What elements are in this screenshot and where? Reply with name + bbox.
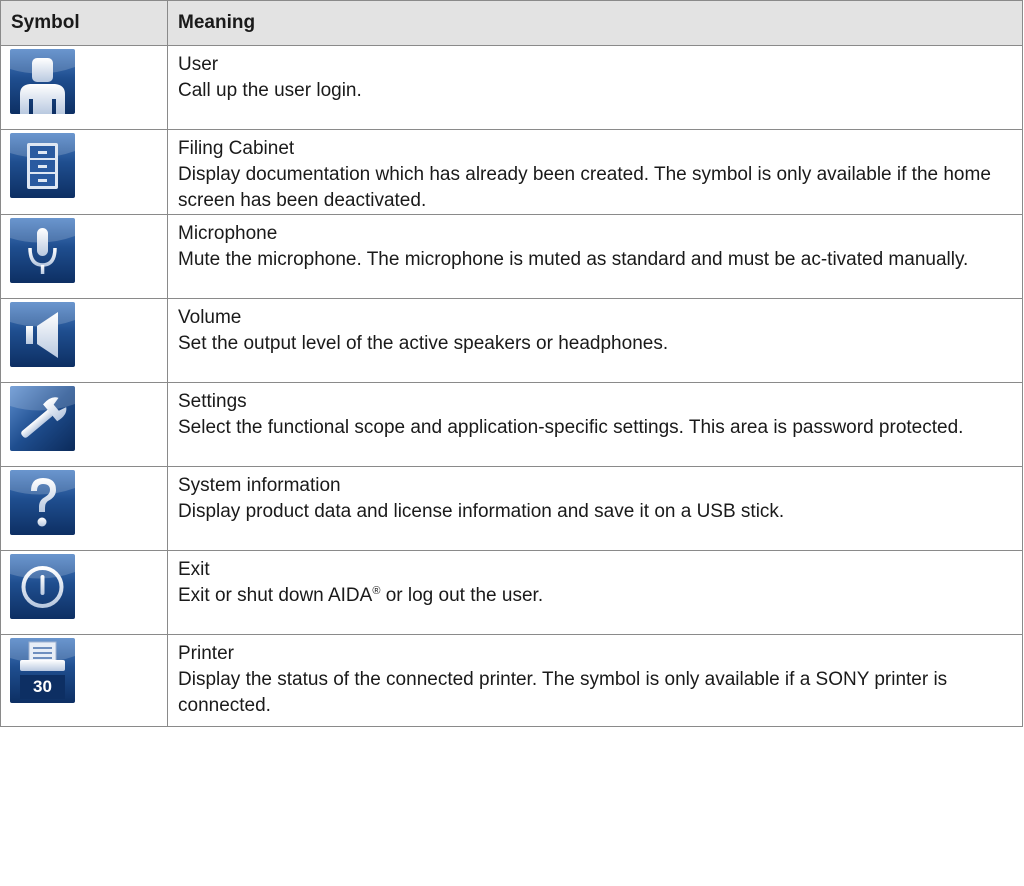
meaning-cell: Settings Select the functional scope and… <box>167 382 1023 467</box>
meaning-cell: User Call up the user login. <box>167 45 1023 130</box>
symbol-cell: 30 <box>0 634 168 727</box>
symbol-cell <box>0 129 168 215</box>
row-title: Exit <box>178 559 210 580</box>
row-description: Exit or shut down AIDA® or log out the u… <box>178 583 1012 609</box>
table-row: Volume Set the output level of the activ… <box>0 298 1023 383</box>
table-row: System information Display product data … <box>0 466 1023 551</box>
microphone-icon <box>10 218 75 283</box>
table-header-row: Symbol Meaning <box>0 0 1023 46</box>
filing-cabinet-icon <box>10 133 75 198</box>
description-text: Exit or shut down AIDA <box>178 585 373 606</box>
wrench-icon <box>10 386 75 451</box>
meaning-cell: Microphone Mute the microphone. The micr… <box>167 214 1023 299</box>
meaning-cell: System information Display product data … <box>167 466 1023 551</box>
row-description: Mute the microphone. The microphone is m… <box>178 249 969 270</box>
meaning-cell: Volume Set the output level of the activ… <box>167 298 1023 383</box>
power-icon <box>10 554 75 619</box>
symbol-cell <box>0 382 168 467</box>
symbol-table-container: Symbol Meaning User Call up the user log… <box>0 0 1024 886</box>
printer-icon: 30 <box>10 638 75 703</box>
meaning-cell: Exit Exit or shut down AIDA® or log out … <box>167 550 1023 635</box>
row-title: Filing Cabinet <box>178 138 295 159</box>
row-title: User <box>178 54 219 75</box>
meaning-cell: Printer Display the status of the connec… <box>167 634 1023 727</box>
row-description: Call up the user login. <box>178 80 362 101</box>
table-row: 30 Printer Display the status of the con… <box>0 634 1023 727</box>
row-title: System information <box>178 475 341 496</box>
row-title: Microphone <box>178 223 278 244</box>
table-row: Filing Cabinet Display documentation whi… <box>0 129 1023 215</box>
row-description: Display the status of the connected prin… <box>178 669 948 716</box>
symbol-cell <box>0 45 168 130</box>
symbol-cell <box>0 298 168 383</box>
row-title: Printer <box>178 643 234 664</box>
row-description: Display product data and license informa… <box>178 501 785 522</box>
header-meaning: Meaning <box>167 0 1023 46</box>
symbol-cell <box>0 214 168 299</box>
user-icon <box>10 49 75 114</box>
description-text: or log out the user. <box>380 585 544 606</box>
row-description: Select the functional scope and applicat… <box>178 417 964 438</box>
row-title: Volume <box>178 307 242 328</box>
row-description: Set the output level of the active speak… <box>178 333 669 354</box>
table-row: User Call up the user login. <box>0 45 1023 130</box>
header-symbol: Symbol <box>0 0 168 46</box>
row-title: Settings <box>178 391 247 412</box>
printer-count-badge: 30 <box>33 677 52 696</box>
table-row: Exit Exit or shut down AIDA® or log out … <box>0 550 1023 635</box>
table-row: Microphone Mute the microphone. The micr… <box>0 214 1023 299</box>
row-description: Display documentation which has already … <box>178 164 991 211</box>
table-row: Settings Select the functional scope and… <box>0 382 1023 467</box>
volume-icon <box>10 302 75 367</box>
symbol-meaning-table: Symbol Meaning User Call up the user log… <box>0 0 1023 727</box>
symbol-cell <box>0 466 168 551</box>
meaning-cell: Filing Cabinet Display documentation whi… <box>167 129 1023 215</box>
question-mark-icon <box>10 470 75 535</box>
symbol-cell <box>0 550 168 635</box>
